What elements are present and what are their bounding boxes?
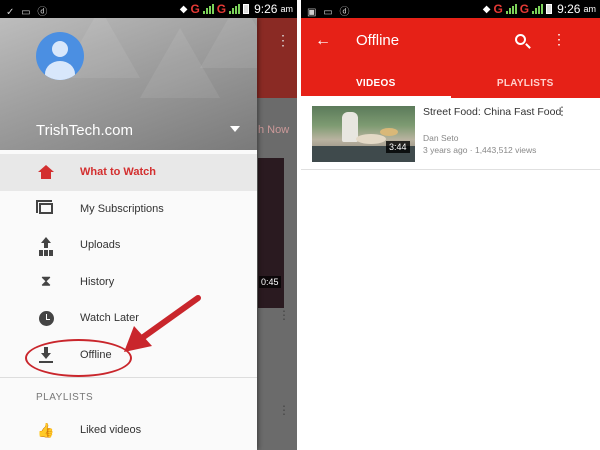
wifi-icon: ◆ xyxy=(482,3,491,15)
account-name: TrishTech.com xyxy=(36,122,133,139)
network-type-label-2: G xyxy=(216,2,227,16)
clock: 9:26 xyxy=(557,2,581,16)
clock-ampm: am xyxy=(583,4,596,14)
clock-icon xyxy=(36,308,56,328)
menu-item-uploads[interactable]: Uploads xyxy=(0,227,257,264)
more-vert-icon[interactable]: ⋮ xyxy=(552,31,566,48)
network-type-label-2: G xyxy=(519,2,530,16)
tab-playlists[interactable]: PLAYLISTS xyxy=(451,68,600,98)
subscriptions-icon xyxy=(36,199,56,219)
thumbs-up-icon: 👍 xyxy=(37,421,55,438)
hourglass-icon: ⧗ xyxy=(40,273,52,291)
annotation-arrow-icon xyxy=(124,295,201,352)
annotation-ellipse xyxy=(25,339,132,377)
menu-divider xyxy=(0,377,257,378)
video-channel: Dan Seto xyxy=(423,133,459,143)
signal-icon-2 xyxy=(532,4,544,14)
status-notifications: ✓ ▭ ⓓ xyxy=(6,7,50,18)
drawer-header: TrishTech.com xyxy=(0,18,257,150)
more-vert-icon: ⋮ xyxy=(278,308,290,322)
battery-icon xyxy=(243,4,250,14)
menu-item-my-subscriptions[interactable]: My Subscriptions xyxy=(0,191,257,228)
status-bar: ✓ ▭ ⓓ ◆ G G 9:26 am xyxy=(0,0,297,18)
list-item[interactable]: 3:44 Street Food: China Fast Food Dan Se… xyxy=(301,98,600,170)
menu-item-label: My Subscriptions xyxy=(80,202,164,215)
video-meta: 3 years ago · 1,443,512 views xyxy=(423,145,537,155)
background-show-now-text: h Now xyxy=(258,124,290,136)
phone-left: ✓ ▭ ⓓ ◆ G G 9:26 am ⋮ h Now 0:45 ⋮ ⋮ Tri xyxy=(0,0,297,450)
menu-item-label: What to Watch xyxy=(80,166,156,179)
phone-right: ▣ ▭ ⓓ ◆ G G 9:26 am ← Offline ⋮ VIDEOS P… xyxy=(301,0,600,450)
menu-item-label: Uploads xyxy=(80,239,121,252)
signal-icon xyxy=(505,4,517,14)
video-thumbnail[interactable] xyxy=(312,106,415,162)
wifi-icon: ◆ xyxy=(179,3,188,15)
account-switcher-caret-icon[interactable] xyxy=(230,126,240,132)
search-icon[interactable] xyxy=(515,34,526,45)
menu-item-label: Liked videos xyxy=(80,424,142,437)
video-title[interactable]: Street Food: China Fast Food xyxy=(423,106,573,119)
signal-icon xyxy=(202,4,214,14)
more-vert-icon: ⋮ xyxy=(276,32,290,48)
network-type-label: G xyxy=(190,2,200,16)
avatar[interactable] xyxy=(36,32,84,80)
status-bar: ▣ ▭ ⓓ ◆ G G 9:26 am xyxy=(301,0,600,18)
home-icon xyxy=(36,162,56,182)
network-type-label: G xyxy=(493,2,503,16)
more-vert-icon: ⋮ xyxy=(278,403,290,417)
menu-item-label: History xyxy=(80,275,115,288)
clock-ampm: am xyxy=(280,4,293,14)
status-notifications: ▣ ▭ ⓓ xyxy=(307,7,352,18)
clock: 9:26 xyxy=(254,2,278,16)
navigation-drawer: TrishTech.com What to Watch My Subscript… xyxy=(0,18,257,450)
battery-icon xyxy=(546,4,553,14)
upload-icon xyxy=(36,235,56,255)
menu-item-liked-videos[interactable]: 👍 Liked videos xyxy=(0,412,257,449)
page-title: Offline xyxy=(356,32,400,49)
back-arrow-icon[interactable]: ← xyxy=(315,32,331,50)
background-video-duration: 0:45 xyxy=(259,276,281,288)
app-bar: ← Offline ⋮ VIDEOS PLAYLISTS xyxy=(301,18,600,98)
menu-item-what-to-watch[interactable]: What to Watch xyxy=(0,154,257,191)
more-vert-icon[interactable]: ⋮ xyxy=(556,104,568,118)
tab-bar: VIDEOS PLAYLISTS xyxy=(301,68,600,98)
tab-videos[interactable]: VIDEOS xyxy=(301,68,451,98)
signal-icon-2 xyxy=(229,4,241,14)
section-label-playlists: PLAYLISTS xyxy=(36,391,94,403)
video-duration: 3:44 xyxy=(386,141,410,153)
